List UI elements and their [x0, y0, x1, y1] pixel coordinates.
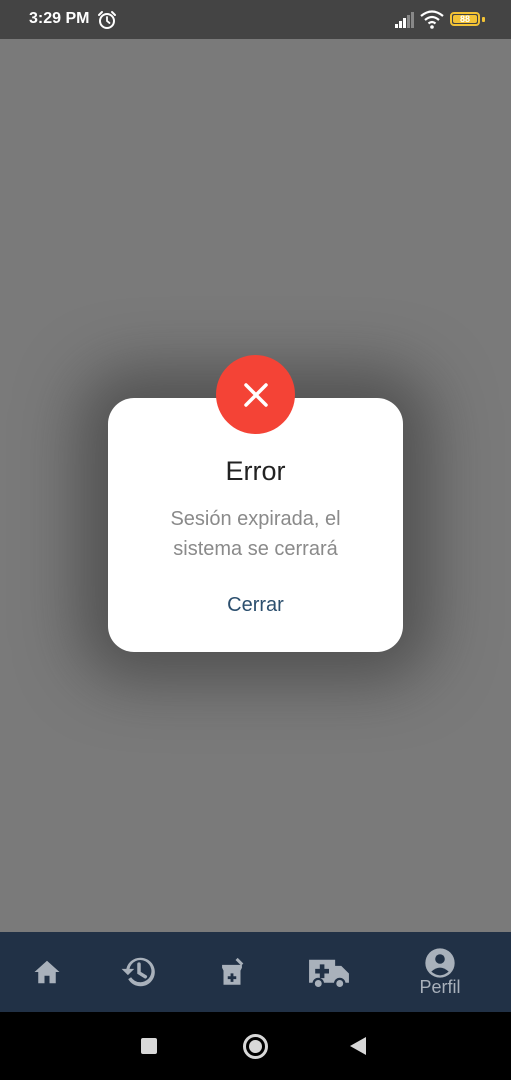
battery-tip — [482, 17, 485, 22]
home-circle-icon[interactable] — [243, 1034, 268, 1059]
nav-item-ambulance[interactable] — [303, 932, 355, 1012]
dialog-message-line1: Sesión expirada, el — [170, 508, 341, 530]
recents-square-icon[interactable] — [141, 1038, 157, 1054]
dialog-title: Error — [225, 456, 286, 486]
battery-level: 88 — [459, 13, 470, 24]
dialog-message: Sesión expirada, el sistema se cerrará — [138, 504, 373, 564]
dialog-message-line2: sistema se cerrará — [173, 538, 338, 560]
nav-item-history[interactable] — [113, 932, 165, 1012]
battery-icon: 88 — [450, 12, 480, 26]
back-triangle-icon[interactable] — [350, 1037, 366, 1055]
nav-item-medicine[interactable] — [207, 932, 257, 1012]
alarm-icon — [98, 11, 116, 29]
medicine-icon — [222, 957, 244, 985]
error-badge — [216, 355, 295, 434]
nav-item-perfil[interactable]: Perfil — [410, 932, 470, 1012]
signal-icon — [395, 12, 414, 28]
account-circle-icon — [425, 947, 455, 978]
history-icon — [121, 957, 155, 987]
system-nav-bar — [0, 1012, 511, 1080]
nav-item-home[interactable] — [22, 932, 72, 1012]
status-bar: 3:29 PM 88 — [0, 0, 511, 39]
error-dialog: Error Sesión expirada, el sistema se cer… — [108, 398, 403, 652]
nav-label-perfil: Perfil — [419, 976, 461, 997]
close-icon — [243, 382, 268, 407]
status-time: 3:29 PM — [29, 10, 90, 27]
bottom-nav: Perfil — [0, 932, 511, 1012]
home-icon — [34, 960, 60, 984]
close-button[interactable]: Cerrar — [203, 588, 308, 622]
wifi-icon — [420, 10, 444, 29]
ambulance-icon — [309, 959, 349, 990]
